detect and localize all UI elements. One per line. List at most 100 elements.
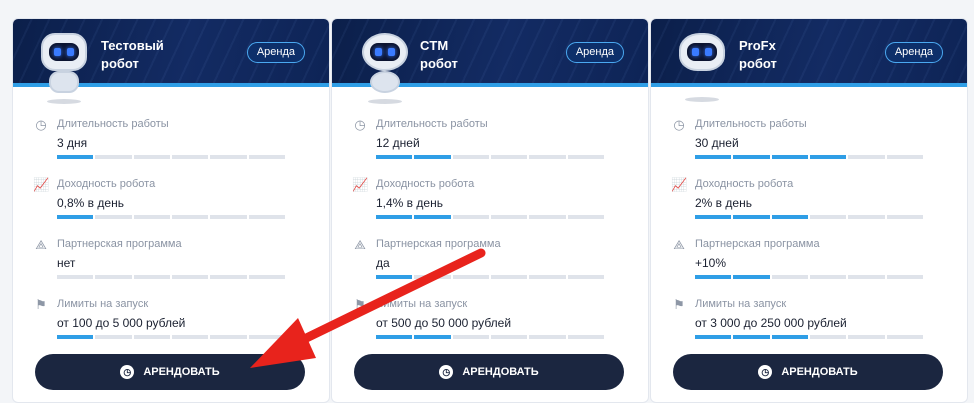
level-segment <box>248 275 285 279</box>
rent-badge: Аренда <box>565 42 624 63</box>
rent-button-label: АРЕНДОВАТЬ <box>462 366 539 378</box>
robot-cards: Тестовый робот Аренда ◷ Длительность раб… <box>12 18 968 403</box>
stat-label: Длительность работы <box>695 118 807 130</box>
rent-button[interactable]: ◷ АРЕНДОВАТЬ <box>673 354 943 390</box>
clock-icon: ◷ <box>439 365 454 379</box>
level-bar <box>376 155 604 159</box>
level-segment <box>171 335 209 339</box>
stat-label: Доходность робота <box>57 178 156 190</box>
level-segment <box>733 155 770 159</box>
level-bar <box>57 335 285 339</box>
level-segment <box>567 275 604 279</box>
level-segment <box>57 215 94 219</box>
clock-icon: ◷ <box>758 365 773 379</box>
stat-duration: ◷ Длительность работы 3 дня <box>33 115 313 171</box>
stat-value: 0,8% в день <box>57 196 124 210</box>
stat-label: Партнерская программа <box>376 238 501 250</box>
level-segment <box>57 155 94 159</box>
level-segment <box>771 275 808 279</box>
stat-duration: ◷ Длительность работы 30 дней <box>671 115 951 171</box>
rent-button-label: АРЕНДОВАТЬ <box>143 366 220 378</box>
level-segment <box>886 155 923 159</box>
rent-button[interactable]: ◷ АРЕНДОВАТЬ <box>35 354 305 390</box>
level-segment <box>414 335 451 339</box>
level-segment <box>248 155 285 159</box>
stat-value: да <box>376 256 390 270</box>
level-segment <box>414 275 451 279</box>
level-segment <box>248 215 285 219</box>
level-segment <box>848 335 885 339</box>
level-segment <box>133 215 170 219</box>
level-segment <box>95 335 132 339</box>
rocket-launch-icon: ⚑ <box>354 297 366 312</box>
level-segment <box>452 275 489 279</box>
level-segment <box>809 215 847 219</box>
affiliate-network-icon: ⟁ <box>354 237 366 252</box>
level-bar <box>695 155 923 159</box>
chart-growth-icon: 📈 <box>671 177 688 192</box>
rent-button[interactable]: ◷ АРЕНДОВАТЬ <box>354 354 624 390</box>
level-segment <box>695 335 732 339</box>
level-bar <box>376 215 604 219</box>
level-bar <box>695 275 923 279</box>
level-segment <box>886 215 923 219</box>
level-segment <box>452 155 489 159</box>
card-title-line1: CTM <box>420 38 449 53</box>
level-segment <box>771 335 808 339</box>
level-bar <box>57 155 285 159</box>
stat-profit: 📈 Доходность робота 2% в день <box>671 175 951 231</box>
level-segment <box>695 155 732 159</box>
level-segment <box>771 215 808 219</box>
level-segment <box>490 335 528 339</box>
robot-card-test: Тестовый робот Аренда ◷ Длительность раб… <box>12 18 330 403</box>
stat-value: от 3 000 до 250 000 рублей <box>695 316 847 330</box>
stat-value: 12 дней <box>376 136 420 150</box>
stat-limits: ⚑ Лимиты на запуск от 500 до 50 000 рубл… <box>352 295 632 351</box>
affiliate-network-icon: ⟁ <box>35 237 47 252</box>
level-segment <box>695 215 732 219</box>
card-title: CTM робот <box>420 37 550 73</box>
level-segment <box>848 155 885 159</box>
level-bar <box>695 335 923 339</box>
level-segment <box>171 215 209 219</box>
level-bar <box>695 215 923 219</box>
stat-value: 2% в день <box>695 196 752 210</box>
card-title: Тестовый робот <box>101 37 231 73</box>
level-segment <box>133 335 170 339</box>
level-segment <box>414 155 451 159</box>
stat-limits: ⚑ Лимиты на запуск от 3 000 до 250 000 р… <box>671 295 951 351</box>
level-segment <box>452 335 489 339</box>
level-segment <box>57 275 94 279</box>
stat-label: Лимиты на запуск <box>376 298 468 310</box>
stat-value: от 100 до 5 000 рублей <box>57 316 186 330</box>
level-segment <box>57 335 94 339</box>
level-bar <box>376 335 604 339</box>
stat-label: Длительность работы <box>57 118 169 130</box>
level-segment <box>809 155 847 159</box>
level-segment <box>733 335 770 339</box>
level-segment <box>452 215 489 219</box>
level-bar <box>57 275 285 279</box>
clock-icon: ◷ <box>120 365 135 379</box>
rent-badge: Аренда <box>884 42 943 63</box>
level-segment <box>376 335 413 339</box>
affiliate-network-icon: ⟁ <box>673 237 685 252</box>
stat-limits: ⚑ Лимиты на запуск от 100 до 5 000 рубле… <box>33 295 313 351</box>
robot-image <box>673 27 733 105</box>
card-title-line1: ProFx <box>739 38 776 53</box>
rent-button-label: АРЕНДОВАТЬ <box>781 366 858 378</box>
robot-card-profx: ProFx робот Аренда ◷ Длительность работы… <box>650 18 968 403</box>
level-segment <box>848 215 885 219</box>
level-segment <box>567 335 604 339</box>
clock-icon: ◷ <box>354 117 366 132</box>
chart-growth-icon: 📈 <box>33 177 50 192</box>
level-segment <box>529 155 566 159</box>
chart-growth-icon: 📈 <box>352 177 369 192</box>
rent-badge: Аренда <box>246 42 305 63</box>
stat-value: нет <box>57 256 76 270</box>
stat-value: 1,4% в день <box>376 196 443 210</box>
rocket-launch-icon: ⚑ <box>35 297 47 312</box>
level-segment <box>210 275 247 279</box>
level-segment <box>490 155 528 159</box>
card-title-line2: робот <box>420 56 458 71</box>
